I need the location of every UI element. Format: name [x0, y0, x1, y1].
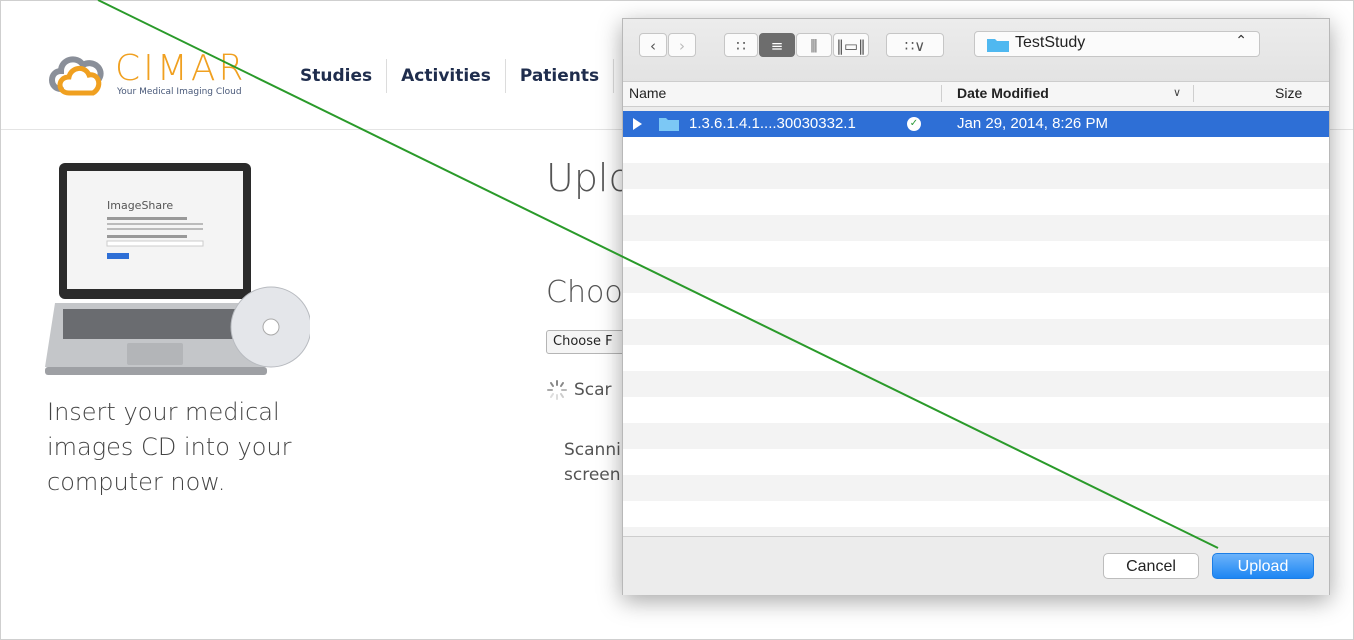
choose-heading: Choo	[546, 275, 623, 310]
logo-tagline: Your Medical Imaging Cloud	[117, 87, 242, 97]
column-view-button[interactable]: ⫼	[796, 33, 832, 57]
empty-row	[623, 397, 1329, 423]
arrange-button[interactable]: ∷∨	[886, 33, 944, 57]
folder-icon	[987, 39, 1009, 52]
cover-flow-button[interactable]: ‖▭‖	[833, 33, 869, 57]
file-row[interactable]: 1.3.6.1.4.1....30030332.1 ✓ Jan 29, 2014…	[623, 111, 1329, 137]
empty-row	[623, 371, 1329, 397]
sort-chevron-icon: ∨	[1173, 87, 1182, 99]
cancel-button[interactable]: Cancel	[1103, 553, 1199, 579]
empty-row	[623, 449, 1329, 475]
column-divider	[1193, 85, 1194, 102]
back-button[interactable]: ‹	[639, 33, 667, 57]
list-icon: ≡	[770, 37, 784, 55]
file-open-dialog: ‹ › ∷ ≡ ⫼ ‖▭‖ ∷∨ TestStudy ⌃ Name Date M…	[622, 18, 1330, 595]
spinner-icon	[547, 380, 567, 400]
size-column-header[interactable]: Size	[1275, 85, 1302, 101]
empty-row	[623, 293, 1329, 319]
icon-view-button[interactable]: ∷	[724, 33, 758, 57]
nav-item-studies[interactable]: Studies	[286, 59, 386, 93]
upload-button[interactable]: Upload	[1212, 553, 1314, 579]
chevron-left-icon: ‹	[650, 37, 656, 55]
empty-row	[623, 345, 1329, 371]
empty-row	[623, 501, 1329, 527]
file-date: Jan 29, 2014, 8:26 PM	[957, 115, 1108, 132]
arrange-grid-icon: ∷∨	[904, 37, 926, 55]
folder-icon	[659, 118, 679, 131]
dialog-footer: Cancel Upload	[623, 536, 1329, 595]
file-list: 1.3.6.1.4.1....30030332.1 ✓ Jan 29, 2014…	[623, 111, 1329, 536]
laptop-cd-illustration: ImageShare	[45, 163, 310, 375]
cimar-logo[interactable]: CIMAR Your Medical Imaging Cloud	[47, 49, 257, 103]
empty-row	[623, 163, 1329, 189]
empty-row	[623, 527, 1329, 536]
forward-button[interactable]: ›	[668, 33, 696, 57]
insert-cd-instruction: Insert your medical images CD into your …	[47, 398, 292, 496]
empty-row	[623, 423, 1329, 449]
main-nav: Studies Activities Patients An	[286, 59, 667, 93]
empty-row	[623, 189, 1329, 215]
empty-row	[623, 241, 1329, 267]
upload-heading: Uplo	[546, 156, 632, 200]
column-header: Name Date Modified ∨ Size	[623, 81, 1329, 107]
path-popup[interactable]: TestStudy ⌃	[974, 31, 1260, 57]
file-name: 1.3.6.1.4.1....30030332.1	[689, 115, 856, 132]
columns-icon: ⫼	[810, 37, 818, 55]
chevron-right-icon: ›	[679, 37, 685, 55]
scan-label: Scar	[574, 380, 612, 400]
cover-flow-icon: ‖▭‖	[836, 37, 866, 55]
empty-row	[623, 475, 1329, 501]
updown-arrows-icon: ⌃	[1235, 33, 1247, 49]
nav-item-activities[interactable]: Activities	[386, 59, 505, 93]
empty-row	[623, 267, 1329, 293]
empty-row	[623, 319, 1329, 345]
empty-row	[623, 215, 1329, 241]
date-column-header[interactable]: Date Modified	[957, 85, 1049, 101]
cloud-logo-icon	[49, 56, 104, 96]
scanning-status: Scar	[546, 379, 612, 401]
list-view-button[interactable]: ≡	[759, 33, 795, 57]
disclosure-triangle-icon[interactable]	[633, 118, 642, 130]
grid-icon: ∷	[736, 37, 746, 55]
check-icon: ✓	[907, 117, 921, 131]
name-column-header[interactable]: Name	[629, 85, 666, 101]
dialog-toolbar: ‹ › ∷ ≡ ⫼ ‖▭‖ ∷∨ TestStudy ⌃	[623, 19, 1329, 81]
column-divider	[941, 85, 942, 102]
empty-row	[623, 137, 1329, 163]
nav-item-patients[interactable]: Patients	[504, 59, 613, 93]
laptop-screen-title: ImageShare	[107, 199, 173, 212]
path-folder-label: TestStudy	[1015, 34, 1086, 51]
logo-wordmark: CIMAR	[115, 48, 247, 89]
